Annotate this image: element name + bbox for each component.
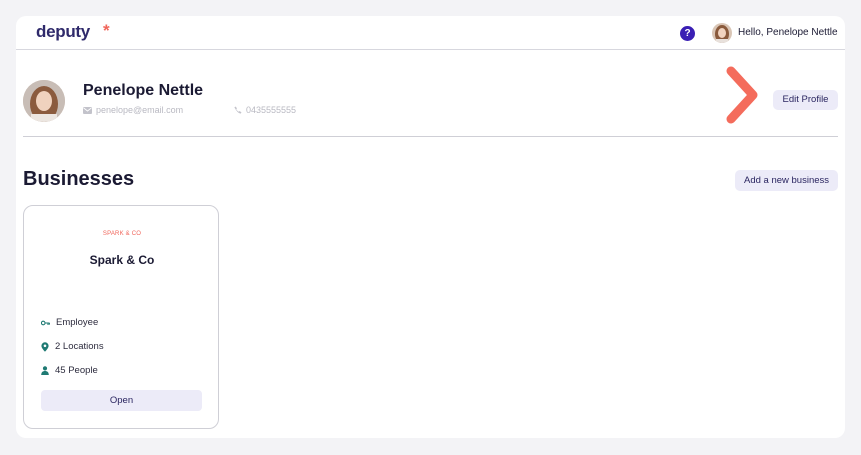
mail-icon — [83, 106, 92, 114]
help-icon[interactable]: ? — [680, 26, 695, 41]
deputy-logo-mark: * — [103, 21, 110, 40]
person-icon — [41, 366, 49, 375]
avatar-image — [712, 23, 732, 43]
key-icon — [41, 320, 50, 326]
avatar[interactable] — [712, 23, 732, 43]
profile-photo — [23, 80, 65, 122]
chevron-right-icon — [726, 66, 758, 124]
business-card[interactable]: SPARK & CO Spark & Co Employee 2 Locatio… — [23, 205, 219, 429]
edit-profile-button[interactable]: Edit Profile — [773, 90, 838, 110]
business-locations-text: 2 Locations — [55, 341, 104, 352]
deputy-logo[interactable]: deputy — [36, 22, 90, 42]
user-greeting[interactable]: Hello, Penelope Nettle — [738, 27, 838, 38]
divider — [23, 136, 838, 137]
profile-phone: 0435555555 — [234, 105, 296, 115]
add-business-button[interactable]: Add a new business — [735, 170, 838, 191]
business-logo: SPARK & CO — [102, 231, 142, 237]
profile-phone-text: 0435555555 — [246, 105, 297, 115]
phone-icon — [234, 106, 242, 114]
page-title: Businesses — [23, 168, 135, 190]
location-pin-icon — [41, 341, 49, 352]
profile-email: penelope@email.com — [83, 105, 183, 115]
business-people-text: 45 People — [55, 365, 98, 376]
business-role-text: Employee — [56, 317, 99, 328]
top-nav: deputy * ? Hello, Penelope Nettle — [16, 16, 845, 50]
open-business-button[interactable]: Open — [41, 390, 202, 411]
business-name: Spark & Co — [89, 253, 155, 267]
profile-name: Penelope Nettle — [83, 82, 204, 99]
business-role: Employee — [41, 317, 98, 328]
business-people: 45 People — [41, 365, 98, 376]
profile-email-text: penelope@email.com — [96, 105, 184, 115]
app-window: deputy * ? Hello, Penelope Nettle Penelo… — [16, 16, 845, 438]
business-locations: 2 Locations — [41, 341, 104, 352]
profile-avatar — [23, 80, 65, 122]
